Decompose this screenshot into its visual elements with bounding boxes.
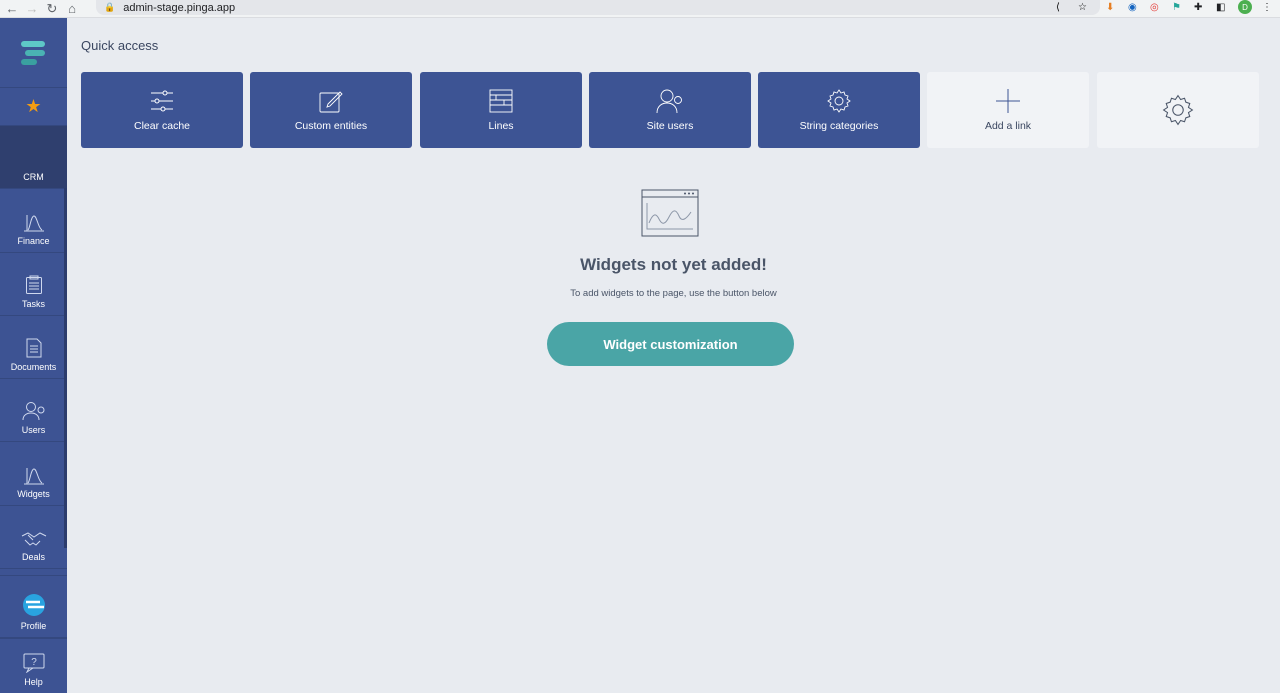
help-glyph: ? [31, 657, 37, 668]
tile-label: Custom entities [294, 120, 368, 132]
tile-label: Site users [646, 120, 694, 132]
sidebar-item-label: Profile [20, 621, 47, 632]
chart-icon [23, 214, 44, 232]
sidebar-item-help[interactable]: ? Help [0, 638, 67, 693]
lines-icon [489, 89, 513, 113]
sidebar-item-label: CRM [23, 172, 44, 183]
tile-label: Clear cache [133, 120, 191, 132]
tile-custom-entities[interactable]: Custom entities [250, 72, 412, 148]
gear-icon [827, 89, 851, 113]
sidebar-item-deals[interactable]: Deals [0, 506, 67, 570]
target-extension-icon[interactable]: ◎ [1150, 0, 1159, 14]
users-icon [22, 402, 44, 421]
widgets-chart-icon [23, 467, 44, 485]
sidebar-item-label: Help [24, 677, 43, 688]
tile-settings[interactable] [1097, 72, 1259, 148]
clipboard-icon [25, 275, 42, 294]
shield-extension-icon[interactable]: ◉ [1128, 0, 1137, 14]
tile-clear-cache[interactable]: Clear cache [81, 72, 243, 148]
widget-empty-illustration-icon [641, 189, 699, 237]
extension-icon[interactable]: ⬇ [1106, 0, 1114, 14]
tile-add-link[interactable]: Add a link [927, 72, 1089, 148]
handshake-icon [21, 532, 46, 546]
bookmark-star-icon[interactable]: ☆ [1078, 0, 1087, 14]
sidebar-item-finance[interactable]: Finance [0, 189, 67, 253]
more-menu-icon[interactable]: ⋮ [1262, 0, 1272, 14]
tile-label: String categories [799, 120, 879, 132]
quick-access-title: Quick access [81, 38, 159, 53]
sidebar-item-crm[interactable]: CRM [0, 126, 67, 190]
sidebar-item-label: Widgets [17, 488, 50, 499]
widget-customization-button[interactable]: Widget customization [547, 322, 794, 366]
sidebar-item-profile[interactable]: Profile [0, 575, 67, 639]
sidepanel-icon[interactable]: ◧ [1216, 0, 1225, 14]
empty-state-title: Widgets not yet added! [580, 255, 767, 274]
sidebar-bottom: Profile ? Help [0, 575, 67, 693]
tile-site-users[interactable]: Site users [589, 72, 751, 148]
address-bar[interactable]: 🔒 admin-stage.pinga.app [96, 0, 1100, 15]
sidebar-item-label: Documents [10, 362, 57, 373]
tile-label: Add a link [984, 120, 1032, 132]
sidebar-item-label: Finance [17, 235, 50, 246]
main-content: Quick access Clear cache Custom entities… [67, 18, 1280, 693]
profile-avatar[interactable]: D [1238, 0, 1252, 14]
users-icon [656, 89, 682, 114]
browser-toolbar: ← → ↻ ⌂ 🔒 admin-stage.pinga.app ⟨ ☆ ⬇ ◉ … [0, 0, 1280, 18]
logo-icon [20, 40, 45, 65]
sidebar-item-label: Tasks [21, 298, 45, 309]
share-icon[interactable]: ⟨ [1056, 0, 1060, 14]
url-text[interactable]: admin-stage.pinga.app [123, 2, 235, 14]
plus-icon [996, 89, 1020, 113]
back-icon[interactable]: ← [2, 0, 22, 18]
sidebar: ★ CRM Finance Tasks Documents Users Widg… [0, 18, 67, 693]
home-icon[interactable]: ⌂ [62, 0, 82, 18]
edit-icon [319, 91, 343, 113]
gear-icon [1162, 94, 1194, 126]
app-logo[interactable] [0, 18, 67, 88]
document-icon [26, 338, 41, 358]
sidebar-item-label: Users [21, 425, 46, 436]
sidebar-item-tasks[interactable]: Tasks [0, 253, 67, 316]
tile-lines[interactable]: Lines [420, 72, 582, 148]
empty-state-subtitle: To add widgets to the page, use the butt… [570, 288, 777, 299]
reload-icon[interactable]: ↻ [42, 0, 62, 18]
sidebar-item-users[interactable]: Users [0, 379, 67, 443]
puzzle-icon[interactable]: ✚ [1194, 0, 1202, 14]
forward-icon[interactable]: → [22, 0, 42, 18]
flag-extension-icon[interactable]: ⚑ [1172, 0, 1181, 14]
tile-label: Lines [488, 120, 514, 132]
sidebar-item-documents[interactable]: Documents [0, 316, 67, 380]
lock-icon: 🔒 [104, 2, 116, 12]
sidebar-item-widgets[interactable]: Widgets [0, 442, 67, 506]
sliders-icon [151, 90, 173, 112]
help-icon: ? [23, 653, 44, 674]
profile-avatar-icon [22, 594, 45, 617]
favorites-star-icon[interactable]: ★ [0, 88, 67, 126]
profile-initial: D [1238, 0, 1252, 14]
tile-string-categories[interactable]: String categories [758, 72, 920, 148]
sidebar-item-label: Deals [21, 552, 45, 563]
